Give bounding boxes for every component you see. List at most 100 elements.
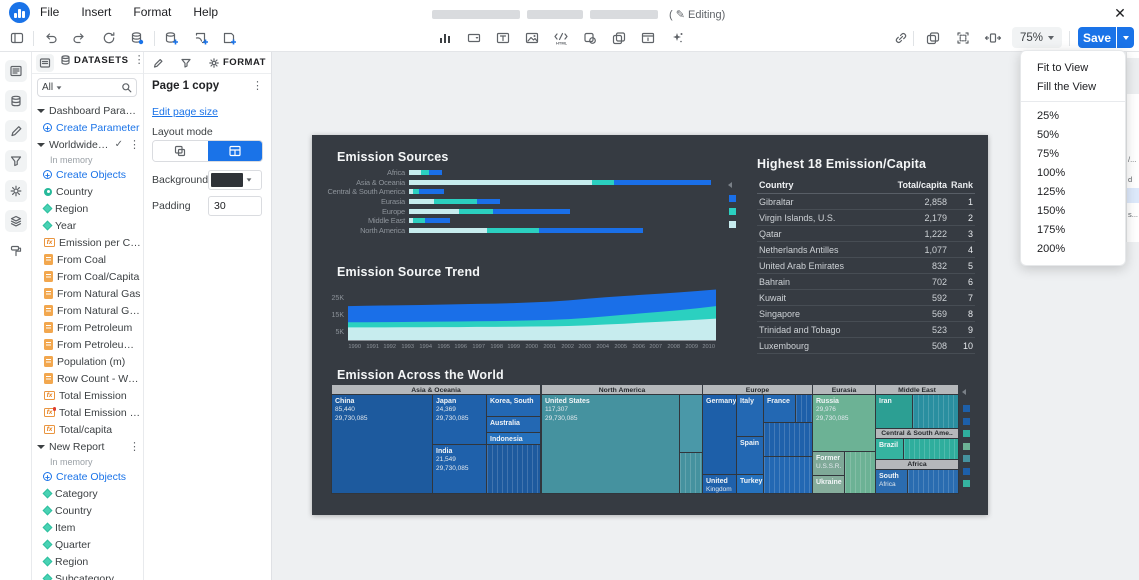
legend-swatch[interactable]: [963, 480, 970, 487]
dashboard-page[interactable]: Emission Sources AfricaAsia & OceaniaCen…: [312, 135, 988, 515]
refresh-button[interactable]: [98, 27, 120, 49]
bar-stack[interactable]: [409, 199, 500, 204]
dataset-settings-button[interactable]: [126, 27, 148, 49]
treemap-cell[interactable]: [908, 470, 958, 493]
table-row[interactable]: Virgin Islands, U.S.2,1792: [757, 210, 975, 226]
dataset-field[interactable]: Subcategory: [37, 570, 142, 580]
table-row[interactable]: Luxembourg50810: [757, 338, 975, 354]
insert-card-button[interactable]: [463, 27, 485, 49]
treemap-chart[interactable]: Asia & OceaniaChina85,44029,730,085Japan…: [332, 385, 958, 493]
zoom-option[interactable]: Fit to View: [1021, 58, 1125, 77]
treemap-cell[interactable]: FormerU.S.S.R.: [813, 452, 844, 475]
tree-dataset[interactable]: New Report⋮: [37, 438, 142, 455]
insert-widget-button[interactable]: [637, 27, 659, 49]
theme-tool-icon[interactable]: [5, 240, 27, 262]
layout-free-button[interactable]: [153, 141, 208, 161]
legend-swatch[interactable]: [963, 418, 970, 425]
treemap-cell[interactable]: [680, 453, 702, 493]
insert-text-button[interactable]: [492, 27, 514, 49]
tree-group[interactable]: Dashboard Parameters: [37, 102, 142, 119]
right-panel-item[interactable]: s...: [1128, 210, 1139, 219]
save-button[interactable]: Save: [1078, 27, 1116, 48]
bar-stack[interactable]: [409, 218, 450, 223]
zoom-option[interactable]: 175%: [1021, 220, 1125, 239]
dataset-field[interactable]: Region: [37, 200, 142, 217]
layout-grid-button[interactable]: [208, 141, 263, 161]
datasets-panel-icon[interactable]: [5, 90, 27, 112]
tree-link[interactable]: +Create Objects: [37, 468, 142, 485]
treemap-cell[interactable]: [796, 395, 812, 422]
dataset-field[interactable]: Quarter: [37, 536, 142, 553]
dataset-field[interactable]: Year: [37, 217, 142, 234]
treemap-cell[interactable]: France: [764, 395, 795, 422]
add-snapshot-button[interactable]: [190, 27, 212, 49]
edit-page-size-link[interactable]: Edit page size: [152, 106, 218, 118]
menu-file[interactable]: File: [40, 5, 59, 19]
trend-area-chart[interactable]: [348, 275, 716, 341]
treemap-cell[interactable]: [904, 439, 958, 459]
fit-width-button[interactable]: [982, 27, 1004, 49]
legend-swatch[interactable]: [963, 455, 970, 462]
bar-chart[interactable]: AfricaAsia & OceaniaCentral & South Amer…: [317, 168, 727, 235]
settings-tool-icon[interactable]: [5, 180, 27, 202]
table-row[interactable]: Netherlands Antilles1,0774: [757, 242, 975, 258]
treemap-cell[interactable]: Germany: [703, 395, 736, 474]
scroll-left-icon[interactable]: [728, 182, 732, 188]
insert-html-button[interactable]: HTML: [550, 27, 572, 49]
select-region-button[interactable]: [952, 27, 974, 49]
zoom-option[interactable]: 100%: [1021, 163, 1125, 182]
editor-canvas[interactable]: Emission Sources AfricaAsia & OceaniaCen…: [272, 52, 1139, 580]
table-row[interactable]: United Arab Emirates8325: [757, 258, 975, 274]
emission-table[interactable]: Highest 18 Emission/Capita Country Total…: [757, 157, 975, 354]
dataset-field[interactable]: From Coal: [37, 251, 142, 268]
caret-down-icon[interactable]: [37, 445, 45, 449]
padding-input[interactable]: [208, 196, 262, 216]
legend-swatch[interactable]: [729, 221, 736, 228]
table-row[interactable]: Gibraltar2,8581: [757, 194, 975, 210]
insert-shapes-button[interactable]: [579, 27, 601, 49]
bar-stack[interactable]: [409, 209, 570, 214]
close-icon[interactable]: ✕: [1111, 4, 1129, 22]
dataset-field[interactable]: Country: [37, 502, 142, 519]
dataset-field[interactable]: fxEmission per Ca...: [37, 234, 142, 251]
dataset-filter-box[interactable]: All: [37, 78, 137, 97]
right-panel-selected-row[interactable]: [1127, 188, 1139, 203]
table-row[interactable]: Trinidad and Tobago5239: [757, 322, 975, 338]
tree-link[interactable]: +Create Parameter: [37, 119, 142, 136]
treemap-cell[interactable]: Russia29,97629,730,085: [813, 395, 875, 451]
scroll-left-icon[interactable]: [962, 389, 966, 395]
duplicate-widget-button[interactable]: [608, 27, 630, 49]
legend-swatch[interactable]: [729, 195, 736, 202]
dataset-field[interactable]: From Petroleum: [37, 319, 142, 336]
zoom-option[interactable]: 50%: [1021, 125, 1125, 144]
tree-dataset[interactable]: Worldwide-CO...✓⋮: [37, 136, 142, 153]
right-panel-item[interactable]: /...: [1128, 155, 1139, 164]
tree-memo[interactable]: In memory: [37, 455, 142, 468]
treemap-cell[interactable]: [680, 395, 702, 452]
legend-swatch[interactable]: [963, 468, 970, 475]
treemap-cell[interactable]: [487, 445, 540, 493]
treemap-cell[interactable]: Ukraine: [813, 476, 844, 493]
bar-stack[interactable]: [409, 180, 711, 185]
treemap-cell[interactable]: Australia: [487, 417, 540, 432]
item-menu-icon[interactable]: ⋮: [127, 442, 142, 452]
toggle-sidebar-button[interactable]: [6, 27, 28, 49]
edit-tool-icon[interactable]: [5, 120, 27, 142]
undo-button[interactable]: [40, 27, 62, 49]
treemap-cell[interactable]: [764, 423, 812, 456]
ai-assist-button[interactable]: [666, 27, 688, 49]
dataset-field[interactable]: From Petroleum/...: [37, 336, 142, 353]
insert-image-button[interactable]: [521, 27, 543, 49]
caret-down-icon[interactable]: [37, 109, 45, 113]
dataset-field[interactable]: From Natural Gas: [37, 285, 142, 302]
zoom-level-dropdown[interactable]: 75%: [1012, 27, 1062, 48]
legend-swatch[interactable]: [963, 443, 970, 450]
bar-stack[interactable]: [409, 170, 442, 175]
menu-help[interactable]: Help: [193, 5, 218, 19]
treemap-cell[interactable]: Spain: [737, 437, 763, 474]
treemap-cell[interactable]: India21,54929,730,085: [433, 445, 486, 493]
dataset-field[interactable]: fxTotal/capita: [37, 421, 142, 438]
caret-down-icon[interactable]: [37, 143, 45, 147]
dataset-field[interactable]: Region: [37, 553, 142, 570]
zoom-option[interactable]: 150%: [1021, 201, 1125, 220]
